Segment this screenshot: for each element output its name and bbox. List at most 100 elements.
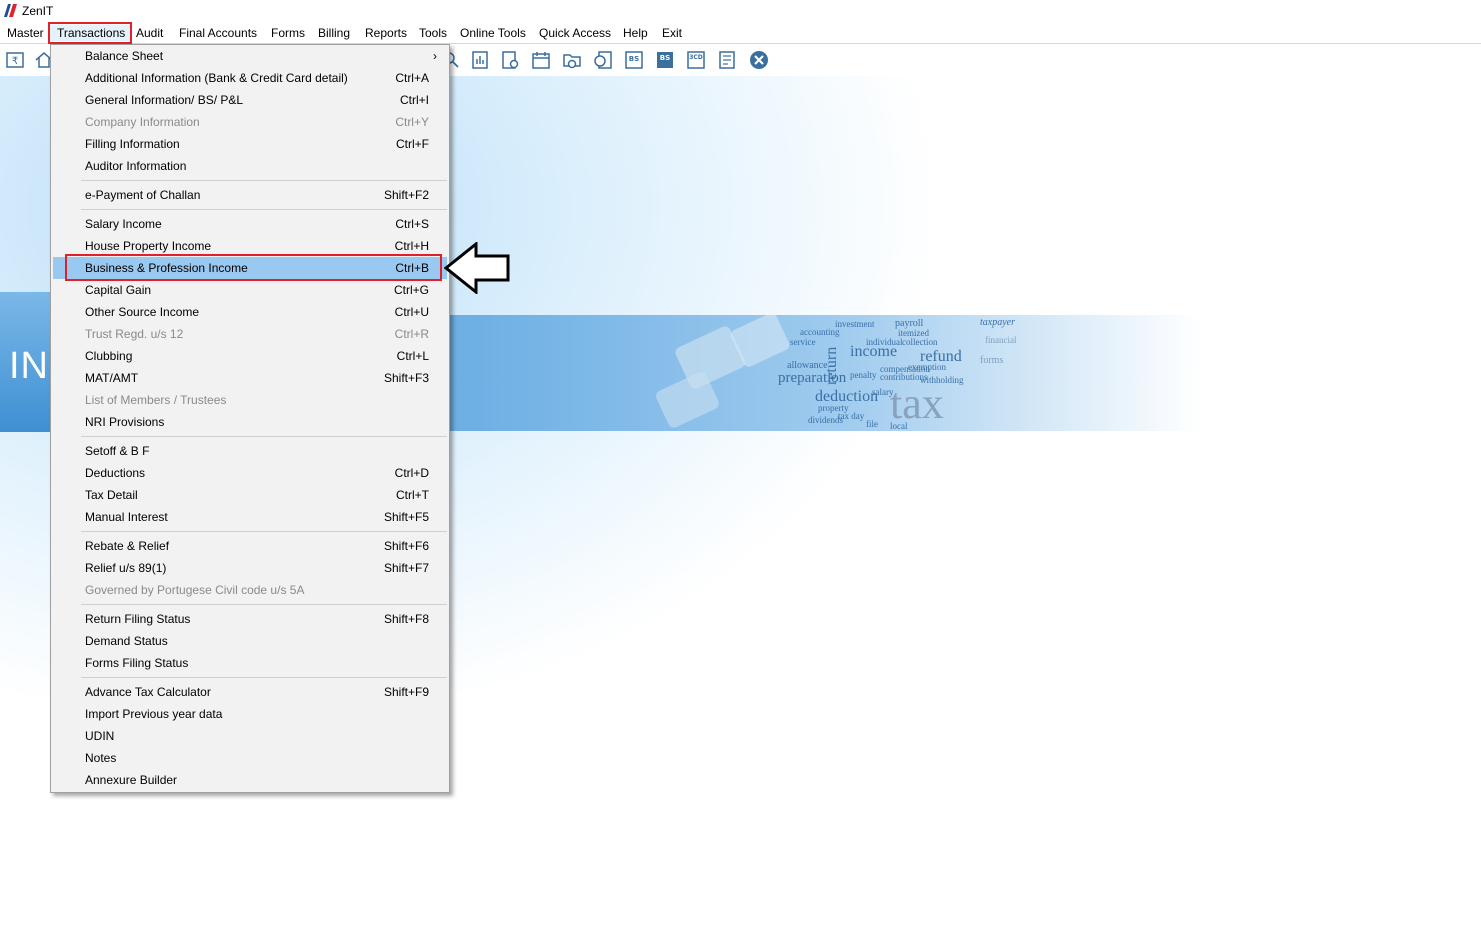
menu-item-udin[interactable]: UDIN	[53, 725, 447, 747]
menu-final-accounts[interactable]: Final Accounts	[179, 25, 257, 41]
menu-item-advance-tax-calculator[interactable]: Advance Tax Calculator Shift+F9	[53, 681, 447, 703]
menu-item-general-information[interactable]: General Information/ BS/ P&L Ctrl+I	[53, 89, 447, 111]
wordcloud-word: investment	[835, 319, 875, 329]
menu-master[interactable]: Master	[7, 25, 44, 41]
menu-item-label: Return Filing Status	[85, 612, 191, 626]
wordcloud-word: dividends	[808, 415, 843, 425]
menu-item-label: Setoff & B F	[85, 444, 150, 458]
menu-item-other-source-income[interactable]: Other Source Income Ctrl+U	[53, 301, 447, 323]
menu-item-deductions[interactable]: Deductions Ctrl+D	[53, 462, 447, 484]
bs-sch-icon[interactable]: BS	[655, 50, 675, 70]
menu-item-shortcut: Ctrl+L	[396, 349, 429, 363]
menu-item-label: Governed by Portugese Civil code u/s 5A	[85, 583, 305, 597]
menu-item-mat-amt[interactable]: MAT/AMT Shift+F3	[53, 367, 447, 389]
menu-item-label: Demand Status	[85, 634, 168, 648]
menu-item-label: Additional Information (Bank & Credit Ca…	[85, 71, 348, 85]
menu-audit[interactable]: Audit	[136, 25, 163, 41]
bs-icon[interactable]: BS	[624, 50, 644, 70]
close-icon[interactable]	[749, 50, 769, 70]
menu-quick-access[interactable]: Quick Access	[539, 25, 611, 41]
menu-bar: Master Transactions Audit Final Accounts…	[0, 22, 1481, 44]
menu-separator	[81, 677, 447, 678]
menu-separator	[81, 180, 447, 181]
menu-item-clubbing[interactable]: Clubbing Ctrl+L	[53, 345, 447, 367]
chat-doc-icon[interactable]	[593, 50, 613, 70]
menu-item-balance-sheet[interactable]: Balance Sheet ›	[53, 45, 447, 67]
menu-item-capital-gain[interactable]: Capital Gain Ctrl+G	[53, 279, 447, 301]
menu-item-house-property-income[interactable]: House Property Income Ctrl+H	[53, 235, 447, 257]
menu-item-label: Relief u/s 89(1)	[85, 561, 167, 575]
menu-reports[interactable]: Reports	[365, 25, 407, 41]
menu-item-return-filing-status[interactable]: Return Filing Status Shift+F8	[53, 608, 447, 630]
3cd-icon-label: 3CD	[689, 54, 703, 61]
menu-item-shortcut: Ctrl+D	[394, 466, 429, 480]
wordcloud-word: service	[790, 337, 816, 347]
menu-separator	[81, 531, 447, 532]
menu-item-shortcut: Shift+F2	[383, 188, 429, 202]
menu-item-rebate-relief[interactable]: Rebate & Relief Shift+F6	[53, 535, 447, 557]
menu-tools[interactable]: Tools	[419, 25, 447, 41]
menu-item-shortcut: Shift+F8	[383, 612, 429, 626]
menu-item-filling-information[interactable]: Filling Information Ctrl+F	[53, 133, 447, 155]
user-doc-icon[interactable]	[500, 50, 520, 70]
menu-exit[interactable]: Exit	[662, 25, 682, 41]
menu-separator	[81, 209, 447, 210]
menu-help[interactable]: Help	[623, 25, 648, 41]
menu-item-label: Forms Filing Status	[85, 656, 189, 670]
wordcloud-word: forms	[980, 355, 1004, 366]
menu-separator	[81, 436, 447, 437]
wordcloud-word: income	[850, 343, 898, 360]
menu-item-tax-detail[interactable]: Tax Detail Ctrl+T	[53, 484, 447, 506]
menu-item-shortcut: Ctrl+H	[394, 239, 429, 253]
menu-item-business-profession-income[interactable]: Business & Profession Income Ctrl+B	[53, 257, 447, 279]
menu-item-label: Balance Sheet	[85, 49, 164, 63]
menu-item-label: Trust Regd. u/s 12	[85, 327, 184, 341]
menu-item-list-of-members: List of Members / Trustees	[53, 389, 447, 411]
menu-item-forms-filing-status[interactable]: Forms Filing Status	[53, 652, 447, 674]
menu-billing[interactable]: Billing	[318, 25, 350, 41]
menu-item-shortcut: Shift+F7	[383, 561, 429, 575]
menu-item-relief-89-1[interactable]: Relief u/s 89(1) Shift+F7	[53, 557, 447, 579]
menu-item-trust-regd: Trust Regd. u/s 12 Ctrl+R	[53, 323, 447, 345]
wordcloud-word: financial	[985, 335, 1017, 345]
menu-item-label: Tax Detail	[85, 488, 138, 502]
3cd-icon[interactable]: 3CD	[686, 50, 706, 70]
zenit-logo-icon	[4, 4, 17, 17]
menu-item-e-payment-of-challan[interactable]: e-Payment of Challan Shift+F2	[53, 184, 447, 206]
menu-item-shortcut: Ctrl+T	[396, 488, 429, 502]
keyboard-keys-graphic	[656, 315, 790, 428]
menu-online-tools[interactable]: Online Tools	[460, 25, 526, 41]
report-icon[interactable]	[470, 50, 490, 70]
menu-item-shortcut: Ctrl+B	[395, 261, 429, 275]
tax-wordcloud: payroll taxpayer investment itemized acc…	[640, 315, 1120, 431]
menu-item-manual-interest[interactable]: Manual Interest Shift+F5	[53, 506, 447, 528]
menu-item-shortcut: Ctrl+I	[399, 93, 429, 107]
menu-item-shortcut: Shift+F3	[383, 371, 429, 385]
menu-item-shortcut: Shift+F6	[383, 539, 429, 553]
calendar-icon[interactable]	[531, 50, 551, 70]
menu-forms[interactable]: Forms	[271, 25, 305, 41]
form-icon[interactable]	[717, 50, 737, 70]
wordcloud-word: taxpayer	[980, 317, 1015, 328]
menu-item-shortcut: Ctrl+U	[394, 305, 429, 319]
menu-item-annexure-builder[interactable]: Annexure Builder	[53, 769, 447, 791]
rupee-book-icon[interactable]: ₹	[5, 50, 25, 70]
menu-item-notes[interactable]: Notes	[53, 747, 447, 769]
menu-item-label: General Information/ BS/ P&L	[85, 93, 244, 107]
menu-transactions[interactable]: Transactions	[50, 25, 133, 41]
menu-item-auditor-information[interactable]: Auditor Information	[53, 155, 447, 177]
menu-separator	[81, 604, 447, 605]
menu-item-shortcut: Ctrl+R	[394, 327, 429, 341]
menu-item-setoff-bf[interactable]: Setoff & B F	[53, 440, 447, 462]
menu-item-nri-provisions[interactable]: NRI Provisions	[53, 411, 447, 433]
menu-item-portugese-civil-code: Governed by Portugese Civil code u/s 5A	[53, 579, 447, 601]
folder-add-icon[interactable]	[562, 50, 582, 70]
menu-item-import-previous-year[interactable]: Import Previous year data	[53, 703, 447, 725]
menu-item-salary-income[interactable]: Salary Income Ctrl+S	[53, 213, 447, 235]
menu-item-label: UDIN	[85, 729, 115, 743]
wordcloud-word: preparation	[778, 370, 847, 386]
menu-item-additional-information[interactable]: Additional Information (Bank & Credit Ca…	[53, 67, 447, 89]
menu-item-demand-status[interactable]: Demand Status	[53, 630, 447, 652]
wordcloud-word: accounting	[800, 327, 840, 337]
menu-item-label: Business & Profession Income	[85, 261, 248, 275]
